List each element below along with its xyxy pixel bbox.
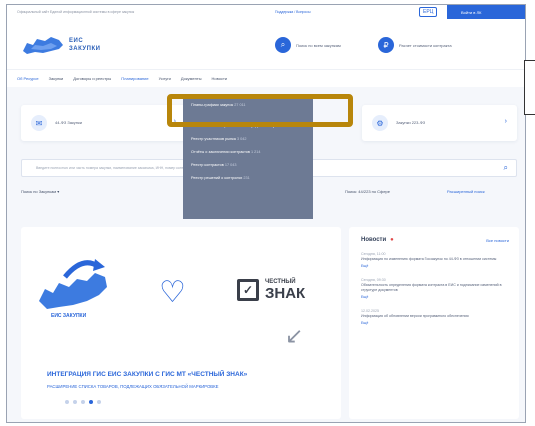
nav-item-purchases[interactable]: Закупки: [49, 76, 64, 87]
card-223fz-label: Закупки 223-ФЗ: [396, 120, 426, 125]
contract-calc-button[interactable]: ₽ Расчет стоимости контракта: [378, 36, 452, 54]
envelope-icon: ✉: [31, 115, 47, 131]
search-scope-select[interactable]: Поиск по Закупкам ▾: [21, 189, 59, 194]
logo-line1: ЕИС: [69, 38, 84, 44]
search-law-filter[interactable]: Поиск: 44/223 по Сфере: [345, 189, 390, 194]
nav-item-services[interactable]: Услуги: [159, 76, 171, 87]
menu-item-contract-registry[interactable]: Реестр контрактов 17 043: [183, 159, 313, 172]
chestny-znak-text: ЧЕСТНЫЙ ЗНАК: [265, 279, 305, 301]
carousel-dot[interactable]: [65, 400, 69, 404]
all-news-link[interactable]: Все новости: [486, 238, 509, 243]
help-link[interactable]: Поддержка / Вопросы: [275, 10, 311, 14]
gear-icon: ⚙: [372, 115, 388, 131]
calculator-icon: ₽: [378, 37, 394, 53]
login-button[interactable]: Войти в ЛК: [447, 5, 525, 19]
contract-calc-label: Расчет стоимости контракта: [399, 42, 452, 48]
news-item[interactable]: 12.02.2025 Информация об обновлении верс…: [361, 309, 507, 326]
nav-item-contracts[interactable]: Договоры и реестры: [73, 76, 111, 87]
carousel-dot[interactable]: [73, 400, 77, 404]
news-more-link[interactable]: Ещё: [361, 264, 507, 269]
menu-item-contract-reports[interactable]: Отчёты о заключении контрактов 1 214: [183, 146, 313, 159]
callout-box: [524, 60, 535, 115]
logo-line2: ЗАКУПКИ: [69, 46, 101, 52]
chevron-right-icon: ›: [504, 118, 507, 125]
news-text: Обязательность определения формата контр…: [361, 283, 502, 292]
menu-item-market-registry[interactable]: Реестр участников рынка 3 042: [183, 133, 313, 146]
carousel-dots[interactable]: [65, 400, 101, 404]
cz-big-text: ЗНАК: [265, 285, 306, 302]
arrow-icon: ↙: [285, 323, 304, 348]
promo-banner[interactable]: ЕИС ЗАКУПКИ ♡ ✓ ЧЕСТНЫЙ ЗНАК ↙ ИНТЕГРАЦИ…: [21, 227, 341, 419]
carousel-dot-active[interactable]: [89, 400, 93, 404]
logo-text[interactable]: ЕИС ЗАКУПКИ: [69, 37, 100, 53]
search-all-button[interactable]: ⌕ Поиск по всем закупкам: [275, 36, 341, 54]
site-header: ЕИС ЗАКУПКИ ⌕ Поиск по всем закупкам ₽ Р…: [7, 19, 525, 69]
banner-logo-caption: ЕИС ЗАКУПКИ: [51, 313, 87, 319]
top-strip: Официальный сайт Единой информационной с…: [7, 5, 525, 19]
news-item[interactable]: Сегодня, 09:30 Обязательность определени…: [361, 278, 507, 300]
stethoscope-icon: ♡: [159, 276, 186, 309]
search-icon: ⌕: [275, 37, 291, 53]
main-nav: Об Ресурсе Закупки Договоры и реестры Пл…: [7, 69, 525, 87]
banner-title: ИНТЕГРАЦИЯ ГИС ЕИС ЗАКУПКИ С ГИС МТ «ЧЕС…: [47, 371, 248, 378]
nav-item-documents[interactable]: Документы: [181, 76, 202, 87]
news-more-link[interactable]: Ещё: [361, 295, 507, 300]
nav-item-about[interactable]: Об Ресурсе: [17, 76, 39, 87]
card-44fz[interactable]: ✉ 44-ФЗ Закупки ›: [21, 105, 186, 141]
carousel-dot[interactable]: [81, 400, 85, 404]
search-icon[interactable]: ⌕: [504, 163, 508, 173]
news-text: Информация об обновлении версии программ…: [361, 314, 469, 318]
highlight-box: [167, 94, 353, 127]
carousel-dot[interactable]: [97, 400, 101, 404]
search-all-label: Поиск по всем закупкам: [296, 42, 341, 48]
news-item[interactable]: Сегодня, 11:00 Информация по изменению ф…: [361, 252, 507, 269]
region-button[interactable]: ЕРЦ: [419, 7, 438, 17]
nav-item-planning[interactable]: Планирование: [121, 76, 148, 87]
checkmark-icon: ✓: [237, 279, 259, 301]
banner-subtitle: РАСШИРЕНИЕ СПИСКА ТОВАРОВ, ПОДЛЕЖАЩИХ ОБ…: [47, 384, 219, 389]
chestny-znak-logo: ✓ ЧЕСТНЫЙ ЗНАК: [237, 279, 305, 301]
card-44fz-label: 44-ФЗ Закупки: [55, 120, 82, 125]
browser-frame: Официальный сайт Единой информационной с…: [6, 4, 526, 423]
advanced-search-link[interactable]: Расширенный поиск: [447, 189, 485, 194]
menu-item-control-decisions[interactable]: Реестр решений о контролях 231: [183, 172, 313, 185]
nav-item-news[interactable]: Новости: [212, 76, 227, 87]
news-more-link[interactable]: Ещё: [361, 321, 507, 326]
eis-logo-icon[interactable]: [21, 33, 65, 57]
news-heading: Новости ●: [361, 237, 394, 243]
card-223fz[interactable]: ⚙ Закупки 223-ФЗ ›: [362, 105, 517, 141]
news-text: Информация по изменению формата Госзакуп…: [361, 257, 497, 261]
gov-site-text: Официальный сайт Единой информационной с…: [17, 10, 135, 14]
news-panel: Новости ● Все новости Сегодня, 11:00 Инфо…: [349, 227, 519, 419]
